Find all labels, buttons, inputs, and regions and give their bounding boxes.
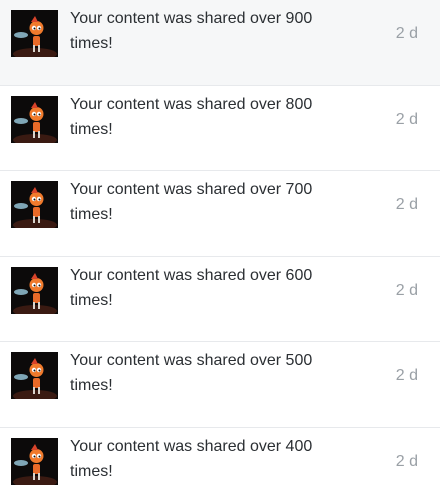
notification-text: Your content was shared over 800 times! bbox=[70, 95, 313, 138]
notification-text: Your content was shared over 500 times! bbox=[70, 352, 313, 394]
notification-text: Your content was shared over 400 times! bbox=[70, 437, 313, 480]
notification-text: Your content was shared over 700 times! bbox=[70, 181, 313, 223]
notification-item[interactable]: Your content was shared over 800 times! … bbox=[0, 85, 440, 171]
character-thumbnail-icon bbox=[11, 266, 58, 314]
character-thumbnail-icon bbox=[11, 437, 58, 485]
notification-timestamp: 2 d bbox=[395, 452, 418, 470]
notification-text: Your content was shared over 900 times! bbox=[70, 10, 313, 52]
character-thumbnail-icon bbox=[11, 352, 58, 399]
notification-item[interactable]: Your content was shared over 900 times! … bbox=[0, 0, 440, 86]
notification-timestamp: 2 d bbox=[395, 281, 418, 299]
notification-list: Your content was shared over 900 times! … bbox=[0, 0, 440, 500]
notification-item[interactable]: Your content was shared over 700 times! … bbox=[0, 171, 440, 257]
notification-timestamp: 2 d bbox=[395, 367, 418, 384]
notification-timestamp: 2 d bbox=[395, 110, 418, 128]
character-thumbnail-icon bbox=[11, 181, 58, 228]
notification-item[interactable]: Your content was shared over 500 times! … bbox=[0, 342, 440, 428]
notification-item[interactable]: Your content was shared over 400 times! … bbox=[0, 427, 440, 500]
notification-timestamp: 2 d bbox=[395, 196, 418, 213]
character-thumbnail-icon bbox=[11, 10, 58, 57]
notification-item[interactable]: Your content was shared over 600 times! … bbox=[0, 256, 440, 342]
character-thumbnail-icon bbox=[11, 95, 58, 143]
notification-text: Your content was shared over 600 times! bbox=[70, 266, 313, 309]
notification-timestamp: 2 d bbox=[395, 25, 418, 42]
